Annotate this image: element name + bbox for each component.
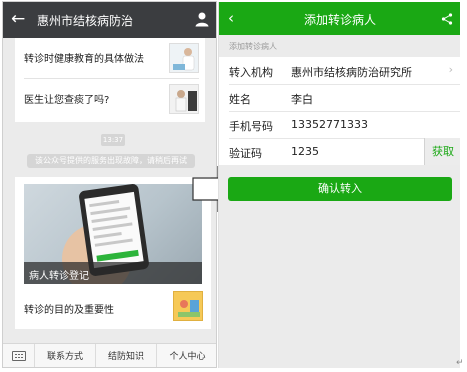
name-label: 姓名 [229,93,251,106]
arrow-left-icon[interactable]: ← [11,10,29,28]
name-field[interactable]: 李白 [291,91,313,107]
chevron-right-icon: › [448,63,453,76]
account-title: 惠州市结核病防治 [37,14,134,28]
confirm-transfer-button[interactable]: 确认转入 [228,177,452,201]
person-icon[interactable] [194,11,210,27]
lab-thumbnail [169,84,199,114]
account-header: ← 惠州市结核病防治 [3,2,216,38]
article-title: 医生让您查痰了吗? [24,95,110,106]
phone-field[interactable]: 13352771333 [291,118,368,131]
section-label: 添加转诊病人 [229,42,277,51]
referral-header: ‹ 添加转诊病人 [219,2,460,35]
menu-contact[interactable]: 联系方式 [35,344,96,367]
institution-row[interactable]: 转入机构 惠州市结核病防治研究所 › [219,57,460,84]
bottom-menu-bar: 联系方式 结防知识 个人中心 [3,343,216,367]
share-icon[interactable] [441,13,453,25]
get-code-button[interactable]: 获取 [424,138,460,165]
keyboard-toggle[interactable] [3,344,35,367]
institution-value: 惠州市结核病防治研究所 [291,66,412,79]
menu-knowledge[interactable]: 结防知识 [96,344,157,367]
doctor-thumbnail [169,43,199,73]
wechat-account-screen: ← 惠州市结核病防治 转诊时健康教育的具体做法 医生让您查痰了吗? 13:37 … [2,1,217,368]
article-title: 转诊时健康教育的具体做法 [24,54,144,65]
article-item[interactable]: 医生让您查痰了吗? [15,79,205,119]
article-card-top: 转诊时健康教育的具体做法 医生让您查痰了吗? [15,38,205,122]
name-row: 姓名 李白 [219,84,460,111]
article-card-main[interactable]: 病人转诊登记 转诊的目的及重要性 [15,177,211,329]
system-notice: 该公众号提供的服务出现故障，请稍后再试 [27,154,195,168]
code-field[interactable]: 1235 [291,145,319,158]
cover-image[interactable]: 病人转诊登记 [24,184,202,284]
article-title[interactable]: 转诊的目的及重要性 [24,301,114,316]
illustration-thumbnail [173,291,203,321]
page-title: 添加转诊病人 [303,13,376,27]
add-referral-screen: ‹ 添加转诊病人 添加转诊病人 转入机构 惠州市结核病防治研究所 › 姓名 李白… [218,2,460,368]
keyboard-icon [12,351,26,361]
return-glyph: ↵ [456,358,464,368]
menu-profile[interactable]: 个人中心 [157,344,216,367]
phone-label: 手机号码 [229,120,273,133]
code-label: 验证码 [229,147,262,160]
institution-label: 转入机构 [229,66,273,79]
cover-caption: 病人转诊登记 [29,271,89,282]
message-timestamp: 13:37 [101,134,125,146]
phone-row: 手机号码 13352771333 [219,111,460,138]
article-item[interactable]: 转诊时健康教育的具体做法 [15,38,205,78]
referral-form: 转入机构 惠州市结核病防治研究所 › 姓名 李白 手机号码 1335277133… [219,57,460,165]
